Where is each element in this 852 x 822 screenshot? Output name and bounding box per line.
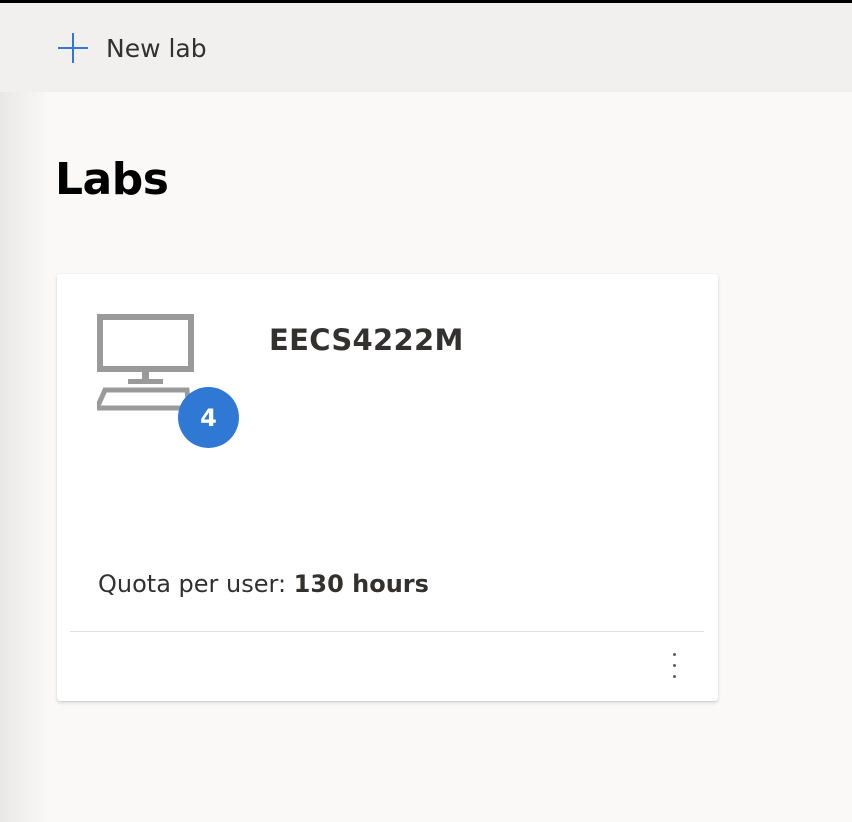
lab-name[interactable]: EECS4222M — [269, 323, 464, 357]
page-title: Labs — [55, 154, 169, 205]
command-bar: New lab — [0, 3, 852, 92]
more-vertical-icon-dot — [672, 663, 676, 667]
more-vertical-icon-dot — [672, 674, 676, 678]
card-divider — [70, 631, 704, 632]
more-vertical-icon-dot — [672, 652, 676, 656]
lab-card[interactable]: 4 EECS4222M Quota per user: 130 hours — [57, 274, 718, 701]
new-lab-label: New lab — [106, 33, 207, 63]
monitor-icon — [97, 314, 194, 411]
left-panel-edge — [0, 3, 50, 822]
quota-label: Quota per user: — [98, 570, 294, 598]
plus-icon — [58, 33, 88, 63]
quota-value: 130 hours — [293, 570, 429, 598]
more-options-button[interactable] — [661, 647, 687, 683]
new-lab-button[interactable]: New lab — [56, 29, 207, 67]
quota-line: Quota per user: 130 hours — [98, 570, 429, 598]
vm-count-badge: 4 — [178, 387, 239, 448]
